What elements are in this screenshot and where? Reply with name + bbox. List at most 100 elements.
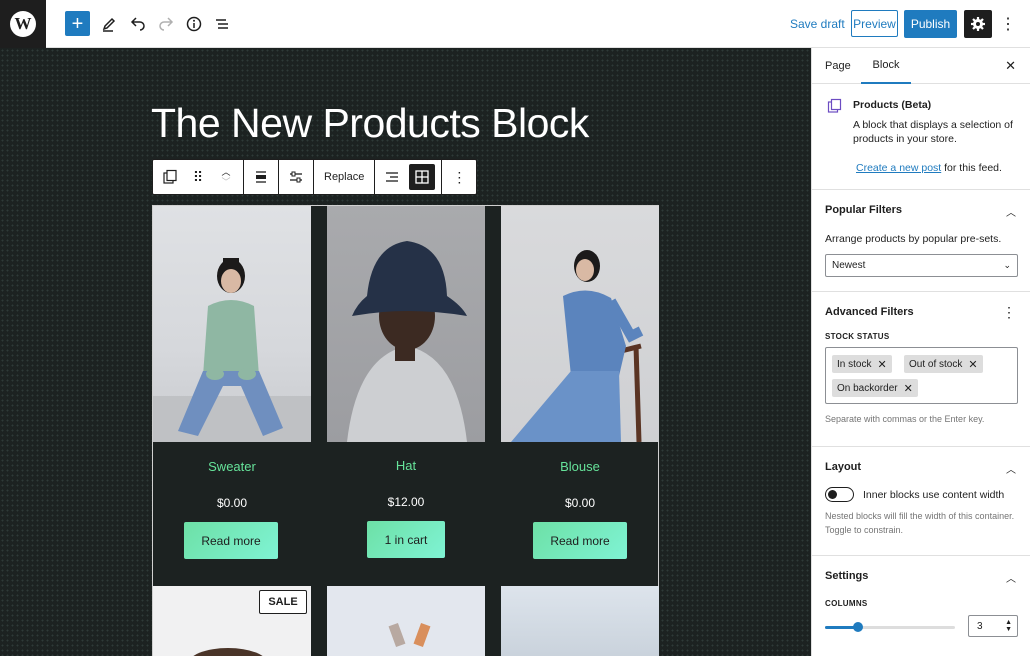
product-name[interactable]: Blouse [501,459,659,474]
read-more-button[interactable]: Read more [533,522,627,559]
tab-page[interactable]: Page [825,48,851,84]
products-grid: Sweater $0.00 Read more Hat $12.00 1 in … [152,205,659,656]
product-image[interactable] [327,206,485,442]
content-width-toggle[interactable] [825,487,854,502]
token-on-backorder: On backorder ✕ [832,379,918,397]
product-price: $12.00 [387,495,425,509]
more-options-icon[interactable]: ⋮ [998,11,1018,37]
sale-badge: SALE [259,590,307,614]
chevron-down-icon: ⌄ [1003,260,1011,270]
sliders-icon[interactable] [285,164,307,190]
wordpress-logo-button[interactable]: W [0,0,46,48]
columns-number-input[interactable]: 3 ▲ ▼ [968,615,1018,637]
product-image[interactable] [501,206,659,442]
editor-canvas: The New Products Block ⠿ ︿ ﹀ Replace ⋮ S… [0,48,811,656]
columns-label: COLUMNS [825,599,868,608]
product-card [501,206,659,442]
move-up-down-icon[interactable]: ︿ ﹀ [215,164,237,190]
wordpress-icon: W [10,11,36,37]
stock-status-token-field[interactable]: In stock ✕ Out of stock ✕ On backorder ✕ [825,347,1018,404]
popular-filters-title[interactable]: Popular Filters [825,204,902,216]
replace-button[interactable]: Replace [320,164,368,190]
tab-block[interactable]: Block [861,48,911,84]
block-card-description: A block that displays a selection of pro… [853,119,1013,145]
token-label: Out of stock [909,358,963,370]
page-title[interactable]: The New Products Block [151,100,589,147]
remove-token-icon[interactable]: ✕ [877,358,886,371]
product-image[interactable] [153,206,311,442]
block-toolbar: ⠿ ︿ ﹀ Replace ⋮ [152,159,478,195]
list-view-icon[interactable] [210,11,234,37]
products-block-icon[interactable] [159,164,181,190]
align-icon[interactable] [250,164,272,190]
product-name[interactable]: Sweater [153,459,311,474]
chevron-up-icon[interactable]: ︿ [1006,204,1016,219]
layout-help-text: Nested blocks will fill the width of thi… [825,511,1015,535]
preview-button[interactable]: Preview [851,10,898,37]
chevron-up-icon[interactable]: ︿ [1006,570,1016,585]
list-layout-icon[interactable] [381,164,403,190]
product-name[interactable]: Hat [327,458,485,473]
toggle-knob [828,490,837,499]
settings-sidebar: Page Block ✕ Products (Beta) A block tha… [811,48,1030,656]
pencil-icon[interactable] [97,11,121,37]
product-price: $0.00 [564,496,596,510]
stepper-arrows-icon[interactable]: ▲ ▼ [1005,619,1012,633]
info-icon[interactable] [182,11,206,37]
options-group: ⋮ [442,160,476,194]
read-more-button[interactable]: Read more [184,522,278,559]
chevron-up-icon[interactable]: ︿ [1006,461,1016,476]
in-cart-button[interactable]: 1 in cart [367,521,445,558]
toggle-label: Inner blocks use content width [863,489,1005,501]
layout-title[interactable]: Layout [825,461,861,473]
gear-icon [971,17,985,31]
remove-token-icon[interactable]: ✕ [904,382,913,395]
token-in-stock: In stock ✕ [832,355,892,373]
drag-handle-icon[interactable]: ⠿ [187,164,209,190]
block-card: Products (Beta) A block that displays a … [812,84,1030,190]
product-card [153,206,311,442]
token-help-text: Separate with commas or the Enter key. [825,414,985,424]
token-label: In stock [837,358,872,370]
columns-slider-handle[interactable] [853,622,863,632]
grid-layout-icon[interactable] [409,164,436,190]
block-options-icon[interactable]: ⋮ [448,164,470,190]
settings-gear-button[interactable] [964,10,992,38]
view-group [375,160,443,194]
products-block-icon [827,98,843,119]
advanced-filters-title[interactable]: Advanced Filters [825,306,914,318]
product-image[interactable] [327,586,485,656]
product-price: $0.00 [216,496,248,510]
product-card [327,206,485,442]
token-label: On backorder [837,382,898,394]
save-draft-button[interactable]: Save draft [790,11,845,37]
popular-filters-description: Arrange products by popular pre-sets. [825,233,1002,245]
sidebar-tabs: Page Block ✕ [812,48,1030,84]
redo-icon[interactable] [154,11,178,37]
replace-group: Replace [314,160,376,194]
align-group [244,160,279,194]
more-options-icon[interactable]: ⋮ [1002,304,1016,321]
publish-button[interactable]: Publish [904,10,957,38]
top-toolbar: W + Save draft Preview Publish ⋮ [0,0,1030,48]
stock-status-label: STOCK STATUS [825,332,890,341]
token-out-of-stock: Out of stock ✕ [904,355,983,373]
product-image[interactable] [501,586,659,656]
settings-panel: Settings ︿ COLUMNS 3 ▲ ▼ [812,556,1030,656]
link-suffix: for this feed. [941,162,1002,174]
columns-value: 3 [977,620,983,632]
remove-token-icon[interactable]: ✕ [968,358,977,371]
preset-select-value: Newest [832,260,866,271]
create-post-link[interactable]: Create a new post [856,162,941,174]
add-block-button[interactable]: + [65,11,90,36]
layout-panel: Layout ︿ Inner blocks use content width … [812,447,1030,556]
settings-title[interactable]: Settings [825,570,868,582]
undo-icon[interactable] [126,11,150,37]
block-card-title: Products (Beta) [853,99,932,111]
filters-group [279,160,314,194]
popular-filters-panel: Popular Filters ︿ Arrange products by po… [812,190,1030,292]
advanced-filters-panel: Advanced Filters ⋮ STOCK STATUS In stock… [812,292,1030,447]
close-icon[interactable]: ✕ [1005,58,1016,74]
preset-select[interactable]: Newest ⌄ [825,254,1018,277]
product-image[interactable]: SALE [153,586,311,656]
